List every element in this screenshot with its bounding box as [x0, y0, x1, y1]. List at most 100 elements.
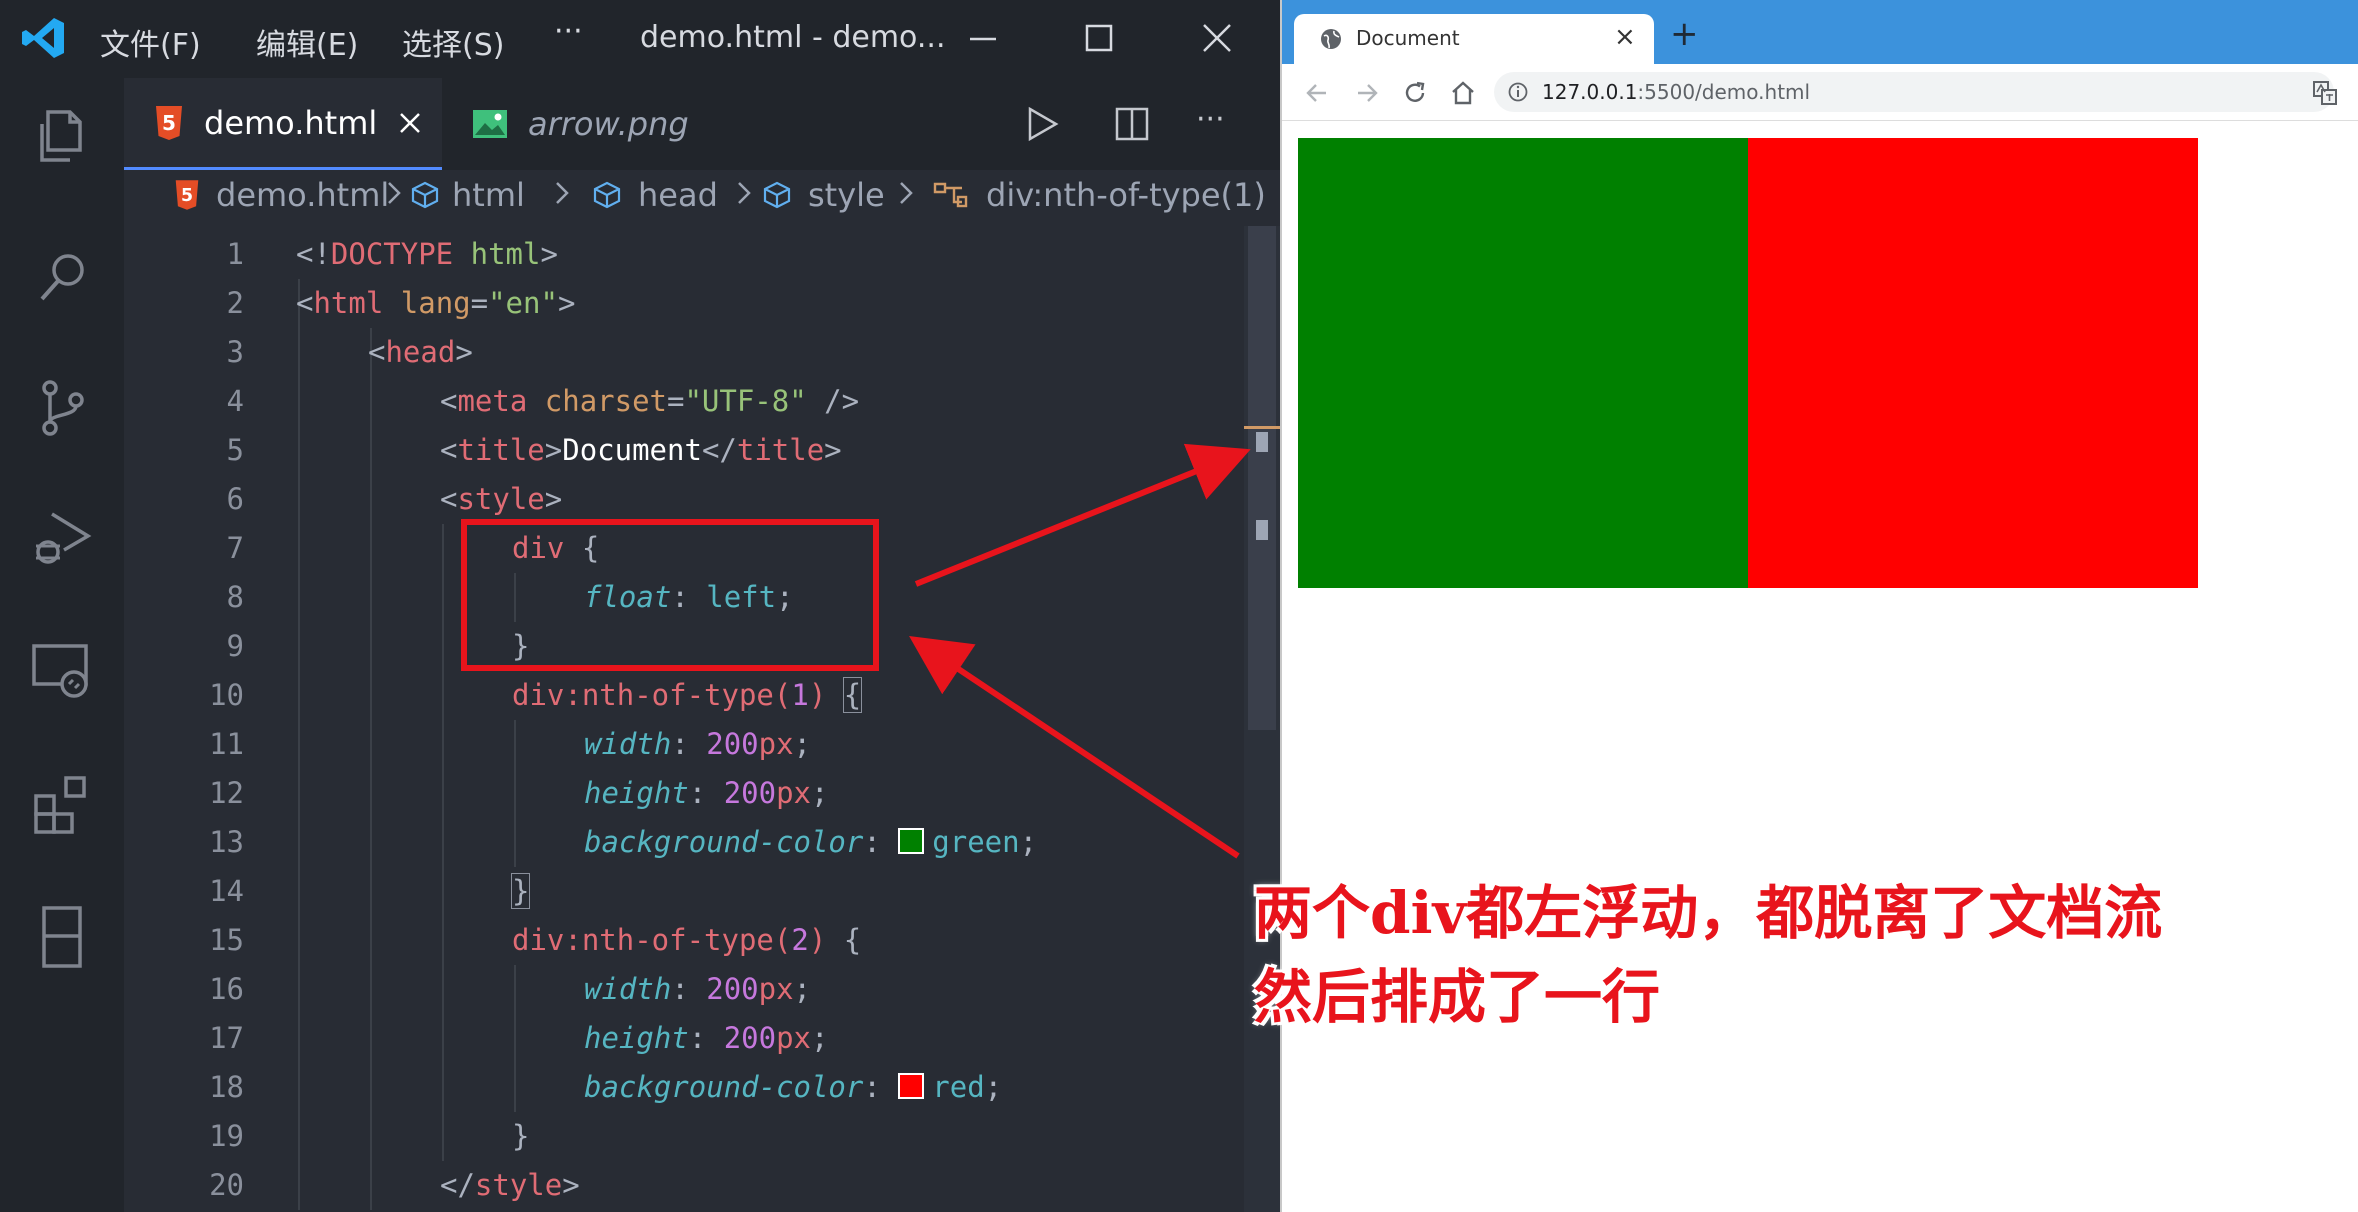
bookmark-icon[interactable]	[28, 902, 96, 970]
code-line-9: }	[512, 629, 530, 663]
breadcrumb-item-head[interactable]: head	[592, 176, 718, 214]
line-number: 10	[209, 678, 244, 712]
browser-tab-document[interactable]: Document ×	[1294, 14, 1654, 64]
float-box-red	[1748, 138, 2198, 588]
globe-icon	[1321, 29, 1341, 49]
translate-icon[interactable]	[2312, 80, 2338, 106]
run-debug-icon[interactable]	[28, 506, 96, 574]
color-swatch-green[interactable]	[898, 828, 925, 854]
tab-label: demo.html	[204, 103, 378, 142]
address-bar[interactable]: 127.0.0.1:5500/demo.html	[1494, 72, 2334, 112]
explorer-icon[interactable]	[28, 102, 96, 170]
maximize-button[interactable]	[1074, 16, 1124, 60]
line-number: 19	[209, 1119, 244, 1153]
search-icon[interactable]	[28, 244, 96, 312]
line-number: 9	[226, 629, 244, 663]
line-number: 13	[209, 825, 244, 859]
home-icon[interactable]	[1450, 80, 1476, 106]
more-actions-button[interactable]: ···	[1196, 102, 1225, 137]
menu-more-button[interactable]: ···	[554, 14, 583, 49]
line-number: 20	[209, 1168, 244, 1202]
color-swatch-red[interactable]	[898, 1073, 925, 1099]
menu-selection[interactable]: 选择(S)	[402, 20, 504, 64]
code-line-17: height: 200px;	[584, 1021, 829, 1055]
annotation-caption-line2: 然后排成了一行	[1254, 963, 1661, 1031]
reload-icon[interactable]	[1402, 80, 1428, 106]
browser-toolbar: 127.0.0.1:5500/demo.html	[1282, 64, 2358, 121]
line-number: 6	[226, 482, 244, 516]
close-tab-icon[interactable]: ×	[1614, 22, 1636, 52]
breadcrumb: 5 demo.html html head style div:nth-of-t…	[124, 170, 1280, 226]
browser-tab-strip: Document × +	[1282, 0, 2358, 64]
breadcrumb-label: html	[452, 176, 525, 214]
code-line-11: width: 200px;	[584, 727, 812, 761]
code-line-19: }	[512, 1119, 530, 1153]
indent-guide	[514, 573, 516, 622]
breadcrumb-item-html[interactable]: html	[410, 176, 525, 214]
line-number: 1	[226, 237, 244, 271]
run-icon[interactable]	[1024, 106, 1060, 142]
chevron-right-icon	[900, 182, 913, 204]
close-tab-icon[interactable]	[399, 112, 421, 134]
info-icon[interactable]	[1508, 82, 1528, 102]
indent-guide	[370, 328, 372, 1210]
indent-guide	[514, 965, 516, 1112]
line-number: 16	[209, 972, 244, 1006]
code-line-2: <html lang="en">	[296, 286, 576, 320]
code-line-3: <head>	[368, 335, 473, 369]
minimize-button[interactable]	[958, 16, 1008, 60]
tab-demo-html[interactable]: 5 demo.html	[124, 78, 442, 170]
breadcrumb-label: div:nth-of-type(1)	[986, 176, 1266, 214]
maximize-icon	[1085, 24, 1113, 52]
line-number: 15	[209, 923, 244, 957]
code-line-18: background-color: red;	[584, 1070, 1003, 1104]
tab-arrow-png[interactable]: arrow.png	[442, 78, 772, 170]
line-number: 18	[209, 1070, 244, 1104]
line-number: 12	[209, 776, 244, 810]
annotation-caption-line1: 两个div都左浮动，都脱离了文档流	[1254, 879, 2163, 947]
source-control-icon[interactable]	[28, 374, 96, 442]
vscode-logo-icon	[22, 18, 64, 58]
svg-text:5: 5	[162, 111, 176, 135]
breadcrumb-item-style[interactable]: style	[762, 176, 885, 214]
activity-bar	[0, 78, 124, 1212]
split-editor-icon[interactable]	[1114, 106, 1150, 142]
menu-file[interactable]: 文件(F)	[100, 20, 201, 64]
svg-text:5: 5	[181, 186, 193, 206]
close-window-button[interactable]	[1192, 16, 1242, 60]
code-line-5: <title>Document</title>	[440, 433, 842, 467]
new-tab-button[interactable]: +	[1670, 14, 1699, 54]
breadcrumb-label: style	[808, 176, 885, 214]
chevron-right-icon	[556, 182, 569, 204]
code-line-14: }	[510, 873, 531, 909]
extensions-icon[interactable]	[28, 770, 96, 838]
cube-icon	[763, 181, 791, 209]
minimize-icon	[970, 37, 996, 41]
html5-icon: 5	[175, 180, 199, 210]
html5-icon: 5	[156, 105, 182, 140]
scrollbar-thumb[interactable]	[1248, 226, 1276, 730]
editor-tabs: 5 demo.html arrow.png ···	[124, 78, 1280, 170]
menu-edit[interactable]: 编辑(E)	[256, 20, 358, 64]
line-number: 5	[226, 433, 244, 467]
vscode-window: 文件(F) 编辑(E) 选择(S) ··· demo.html - demo..…	[0, 0, 1280, 1212]
breadcrumb-item-file[interactable]: 5 demo.html	[174, 176, 389, 214]
code-line-13: background-color: green;	[584, 825, 1038, 859]
indent-guide	[298, 279, 300, 1210]
chevron-right-icon	[738, 182, 751, 204]
code-line-12: height: 200px;	[584, 776, 829, 810]
line-number: 17	[209, 1021, 244, 1055]
code-line-10: div:nth-of-type(1) {	[512, 677, 863, 713]
close-icon	[1203, 24, 1231, 52]
remote-explorer-icon[interactable]	[28, 638, 96, 706]
css-rule-icon	[933, 182, 968, 208]
editor-scrollbar[interactable]	[1244, 226, 1280, 1212]
url-text[interactable]: 127.0.0.1:5500/demo.html	[1542, 80, 1810, 104]
back-arrow-icon[interactable]	[1304, 80, 1330, 106]
line-number: 8	[226, 580, 244, 614]
forward-arrow-icon[interactable]	[1354, 80, 1380, 106]
line-number: 7	[226, 531, 244, 565]
cube-icon	[411, 181, 439, 209]
cube-icon	[593, 181, 621, 209]
breadcrumb-item-selector[interactable]: div:nth-of-type(1)	[932, 176, 1266, 214]
